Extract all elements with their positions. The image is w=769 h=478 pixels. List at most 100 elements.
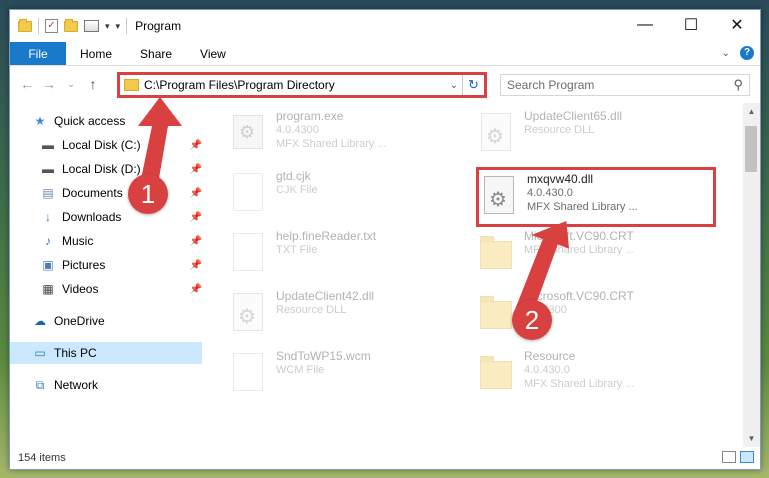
vertical-scrollbar[interactable]: ▲ ▼	[743, 103, 760, 447]
nav-label: Documents	[62, 186, 123, 200]
file-name: help.fineReader.txt	[276, 229, 377, 243]
file-type: CJK File	[276, 184, 318, 196]
dll-icon	[481, 174, 517, 218]
forward-arrow-icon[interactable]: →	[38, 76, 60, 92]
navigation-pane: ★ Quick access ▬ Local Disk (C:) 📌 ▬ Loc…	[10, 103, 210, 447]
nav-label: Pictures	[62, 258, 106, 272]
recent-locations-icon[interactable]: ⌄	[60, 79, 82, 90]
tab-file[interactable]: File	[10, 42, 66, 65]
minimize-button[interactable]: —	[622, 10, 668, 40]
file-type: 4.0.430.0	[524, 364, 570, 376]
file-desc: MFX Shared Library ...	[527, 201, 638, 213]
nav-quick-access[interactable]: ★ Quick access	[32, 110, 210, 132]
file-item[interactable]: Microsoft.VC90.CRT MFX Shared Library ..…	[478, 229, 718, 281]
up-arrow-icon[interactable]: ↑	[82, 76, 104, 92]
step-badge-1: 1	[128, 174, 168, 214]
file-type: 4.0.430.0	[527, 187, 573, 199]
scroll-thumb[interactable]	[745, 126, 757, 172]
close-button[interactable]: ✕	[714, 10, 760, 40]
computer-icon: ▭	[34, 346, 46, 360]
star-icon: ★	[34, 114, 46, 128]
nav-label: Network	[54, 378, 99, 392]
file-item[interactable]: gtd.cjk CJK File	[230, 169, 470, 221]
pin-icon[interactable]: 📌	[190, 236, 202, 247]
document-icon	[230, 351, 266, 395]
folder-icon	[478, 291, 514, 335]
refresh-icon[interactable]: ↻	[462, 75, 484, 95]
nav-documents[interactable]: ▤ Documents 📌	[40, 182, 210, 204]
new-folder-icon[interactable]	[64, 18, 78, 32]
title-bar: ✓ ▾ ▾ Program — ☐ ✕	[10, 10, 760, 42]
nav-videos[interactable]: ▦ Videos 📌	[40, 278, 210, 300]
nav-label: OneDrive	[54, 314, 105, 328]
file-name: Microsoft.VC90.CRT	[524, 229, 634, 243]
file-item[interactable]: UpdateClient65.dll Resource DLL	[478, 109, 718, 161]
network-icon: ⧉	[35, 377, 45, 392]
file-name: UpdateClient42.dll	[276, 289, 375, 303]
ribbon-tabs: File Home Share View ⌄ ?	[10, 42, 760, 66]
maximize-button[interactable]: ☐	[668, 10, 714, 40]
expand-ribbon-icon[interactable]: ⌄	[722, 48, 730, 59]
nav-downloads[interactable]: ↓ Downloads 📌	[40, 206, 210, 228]
window-title: Program	[135, 19, 182, 33]
pin-icon[interactable]: 📌	[190, 188, 202, 199]
status-bar: 154 items	[10, 447, 760, 469]
nav-local-disk-d[interactable]: ▬ Local Disk (D:) 📌	[40, 158, 210, 180]
address-row: ← → ⌄ ↑ C:\Program Files\Program Directo…	[10, 66, 760, 102]
chevron-down-icon[interactable]: ⌄	[446, 80, 462, 91]
file-item-highlighted[interactable]: mxqvw40.dll 4.0.430.0 MFX Shared Library…	[476, 167, 716, 227]
nav-this-pc[interactable]: ▭ This PC	[10, 342, 202, 364]
pin-icon[interactable]: 📌	[190, 164, 202, 175]
customize-toolbar-icon[interactable]: ▾	[116, 21, 121, 32]
nav-label: Quick access	[54, 114, 126, 128]
nav-onedrive[interactable]: ☁ OneDrive	[32, 310, 210, 332]
pin-icon[interactable]: 📌	[190, 212, 202, 223]
search-input[interactable]: Search Program ⚲	[500, 74, 750, 96]
scroll-up-icon[interactable]: ▲	[743, 103, 760, 120]
document-icon	[230, 231, 266, 275]
tab-share[interactable]: Share	[126, 42, 186, 65]
separator	[38, 18, 39, 34]
nav-network[interactable]: ⧉ Network	[32, 374, 210, 396]
file-item[interactable]: program.exe 4.0.4300 MFX Shared Library …	[230, 109, 470, 161]
file-type: Resource DLL	[524, 124, 595, 136]
file-item[interactable]: UpdateClient42.dll Resource DLL	[230, 289, 470, 341]
file-type: WCM File	[276, 364, 325, 376]
help-icon[interactable]: ?	[740, 46, 754, 60]
nav-music[interactable]: ♪ Music 📌	[40, 230, 210, 252]
file-name: Resource	[524, 349, 576, 363]
tab-home[interactable]: Home	[66, 42, 126, 65]
file-item[interactable]: help.fineReader.txt TXT File	[230, 229, 470, 281]
address-bar[interactable]: C:\Program Files\Program Directory ⌄ ↻	[117, 72, 487, 98]
documents-icon: ▤	[42, 186, 54, 200]
search-placeholder: Search Program	[507, 78, 595, 92]
exe-icon	[230, 111, 266, 155]
separator	[126, 18, 128, 34]
file-desc: MFX Shared Library ...	[524, 244, 635, 256]
pin-icon[interactable]: 📌	[190, 284, 202, 295]
tab-view[interactable]: View	[186, 42, 240, 65]
details-view-icon[interactable]	[722, 451, 736, 463]
folder-icon[interactable]	[18, 18, 32, 32]
pin-icon[interactable]: 📌	[190, 140, 202, 151]
nav-label: Local Disk (C:)	[62, 138, 141, 152]
properties-icon[interactable]	[84, 20, 99, 32]
file-item[interactable]: SndToWP15.wcm WCM File	[230, 349, 470, 401]
scroll-down-icon[interactable]: ▼	[743, 430, 760, 447]
nav-label: Downloads	[62, 210, 122, 224]
back-arrow-icon[interactable]: ←	[16, 76, 38, 92]
step-badge-2: 2	[512, 300, 552, 340]
cloud-icon: ☁	[34, 314, 46, 328]
file-type: 4.0.4300	[276, 124, 319, 136]
chevron-down-icon[interactable]: ▾	[105, 21, 110, 32]
drive-icon: ▬	[42, 138, 54, 152]
nav-local-disk-c[interactable]: ▬ Local Disk (C:) 📌	[40, 134, 210, 156]
folder-icon	[478, 231, 514, 275]
large-icons-view-icon[interactable]	[740, 451, 754, 463]
file-desc: MFX Shared Library ...	[524, 378, 635, 390]
file-item[interactable]: Resource 4.0.430.0 MFX Shared Library ..…	[478, 349, 718, 401]
nav-pictures[interactable]: ▣ Pictures 📌	[40, 254, 210, 276]
properties-check-icon[interactable]: ✓	[45, 19, 58, 33]
address-path[interactable]: C:\Program Files\Program Directory	[144, 78, 446, 92]
pin-icon[interactable]: 📌	[190, 260, 202, 271]
